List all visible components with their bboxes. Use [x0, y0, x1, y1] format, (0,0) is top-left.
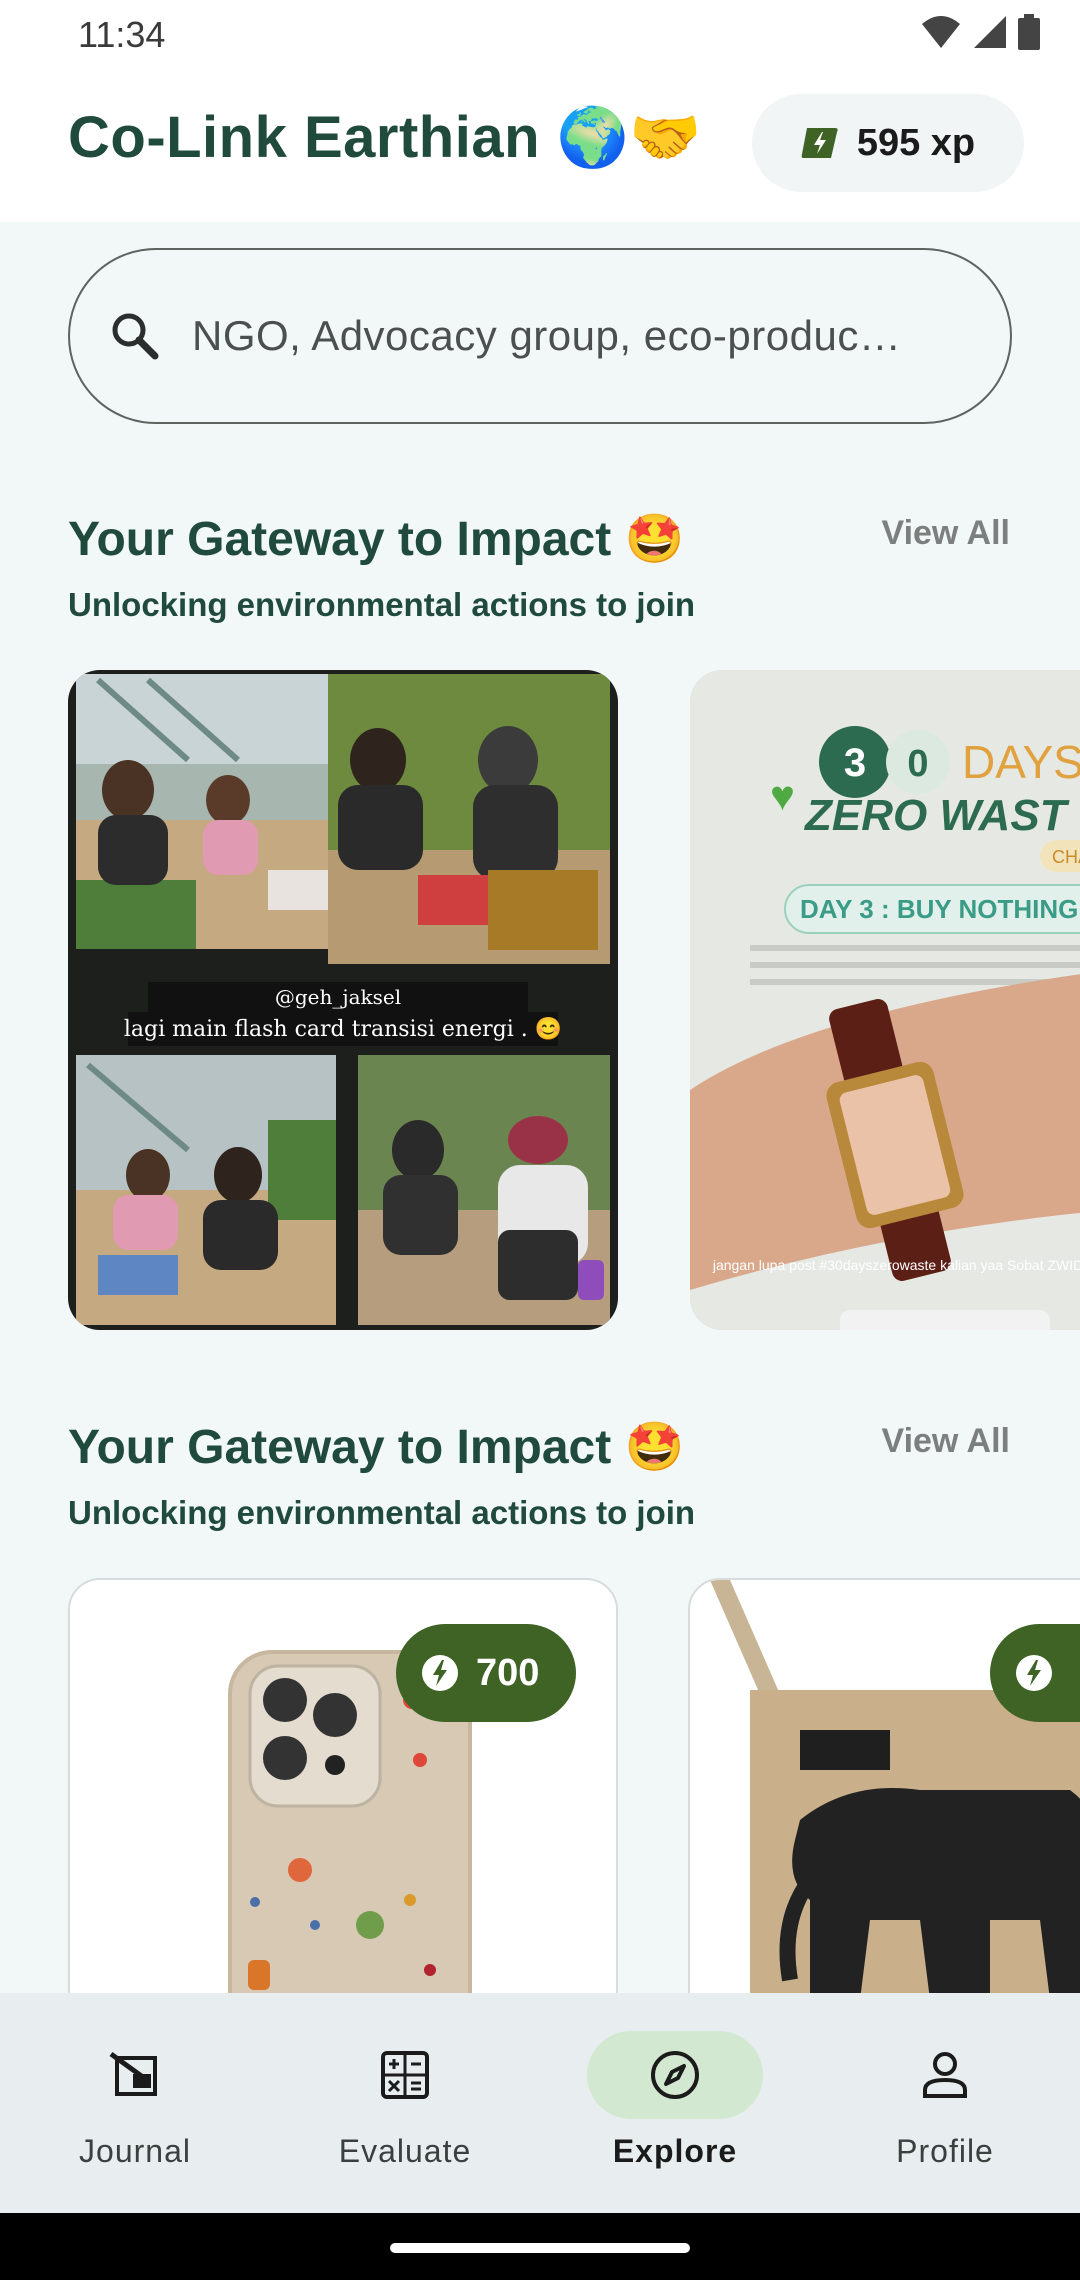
section-subtitle-products: Unlocking environmental actions to join — [68, 1494, 696, 1531]
nav-label-explore: Explore — [612, 2133, 738, 2169]
calculator-icon — [381, 2051, 429, 2099]
challenge-title: ZERO WAST — [803, 791, 1070, 840]
nav-item-journal[interactable]: Journal — [0, 1993, 270, 2213]
wifi-icon — [922, 16, 960, 48]
challenge-day-label: DAY 3 : BUY NOTHING N — [800, 894, 1080, 924]
person-icon — [923, 2052, 967, 2098]
nav-item-profile[interactable]: Profile — [810, 1993, 1080, 2213]
xp-balance-pill[interactable]: 595 xp — [752, 94, 1024, 192]
app-title: Co-Link Earthian 🌍🤝 — [68, 105, 703, 170]
product-xp-badge-2 — [990, 1624, 1080, 1722]
energy-bolt-icon — [422, 1655, 458, 1691]
nav-label-evaluate: Evaluate — [338, 2133, 472, 2169]
bottom-navigation: Journal Evaluate Explore Profile — [0, 1993, 1080, 2213]
zero-waste-poster: ♥ 3 0 DAYS ZERO WAST CHALLE DAY 3 : BUY … — [690, 670, 1080, 1330]
heart-icon: ♥ — [770, 772, 795, 819]
nav-label-profile: Profile — [896, 2133, 994, 2169]
nav-label-journal: Journal — [79, 2133, 191, 2169]
status-bar: 11:34 — [0, 0, 1080, 80]
status-time: 11:34 — [78, 14, 166, 55]
home-gesture-handle[interactable] — [390, 2243, 690, 2253]
nav-pill-evaluate — [317, 2031, 493, 2119]
search-input[interactable]: NGO, Advocacy group, eco-produc… — [68, 248, 1012, 424]
system-gesture-bar — [0, 2213, 1080, 2280]
search-placeholder: NGO, Advocacy group, eco-produc… — [192, 312, 902, 359]
view-all-products-link[interactable]: View All — [882, 1422, 1011, 1461]
nav-pill-explore-active — [587, 2031, 763, 2119]
activity-photo-collage: @geh_jaksel lagi main flash card transis… — [76, 674, 610, 1325]
product-card-phone-case[interactable]: 700 — [68, 1578, 618, 2038]
nav-pill-journal — [47, 2031, 223, 2119]
nav-item-explore[interactable]: Explore — [540, 1993, 810, 2213]
challenge-tag: CHALLE — [1052, 847, 1080, 867]
view-all-activities-link[interactable]: View All — [882, 514, 1011, 553]
product-xp-badge: 700 — [396, 1624, 576, 1722]
compass-icon — [651, 2051, 699, 2099]
cellular-signal-icon — [974, 16, 1006, 48]
activity-card-flash-card[interactable]: @geh_jaksel lagi main flash card transis… — [68, 670, 618, 1330]
status-icons — [920, 14, 1040, 50]
search-icon — [112, 313, 159, 360]
energy-bolt-icon — [1016, 1655, 1052, 1691]
section-title-activities: Your Gateway to Impact 🤩 — [68, 513, 685, 566]
battery-icon — [1018, 14, 1040, 50]
product-card-tote-bag[interactable] — [688, 1578, 1080, 2038]
xp-balance-value: 595 xp — [856, 121, 976, 164]
app-header: Co-Link Earthian 🌍🤝 595 xp — [0, 80, 1080, 222]
collage-caption-text: lagi main flash card transisi energi . 😊 — [124, 1016, 562, 1042]
challenge-days-label: DAYS — [962, 736, 1080, 788]
section-subtitle-activities: Unlocking environmental actions to join — [68, 586, 696, 623]
challenge-footer-text: jangan lupa post #30dayszerowaste kalian… — [712, 1257, 1080, 1273]
nav-pill-profile — [857, 2031, 1033, 2119]
journal-icon — [109, 2051, 157, 2096]
collage-caption-handle: @geh_jaksel — [275, 985, 401, 1009]
energy-bolt-icon — [801, 128, 838, 158]
nav-item-evaluate[interactable]: Evaluate — [270, 1993, 540, 2213]
challenge-counter-digit-1: 3 — [844, 741, 866, 785]
section-title-products: Your Gateway to Impact 🤩 — [68, 1421, 685, 1474]
activity-card-zero-waste[interactable]: ♥ 3 0 DAYS ZERO WAST CHALLE DAY 3 : BUY … — [690, 670, 1080, 1330]
product-xp-value: 700 — [476, 1651, 540, 1694]
challenge-counter-digit-2: 0 — [907, 743, 928, 785]
